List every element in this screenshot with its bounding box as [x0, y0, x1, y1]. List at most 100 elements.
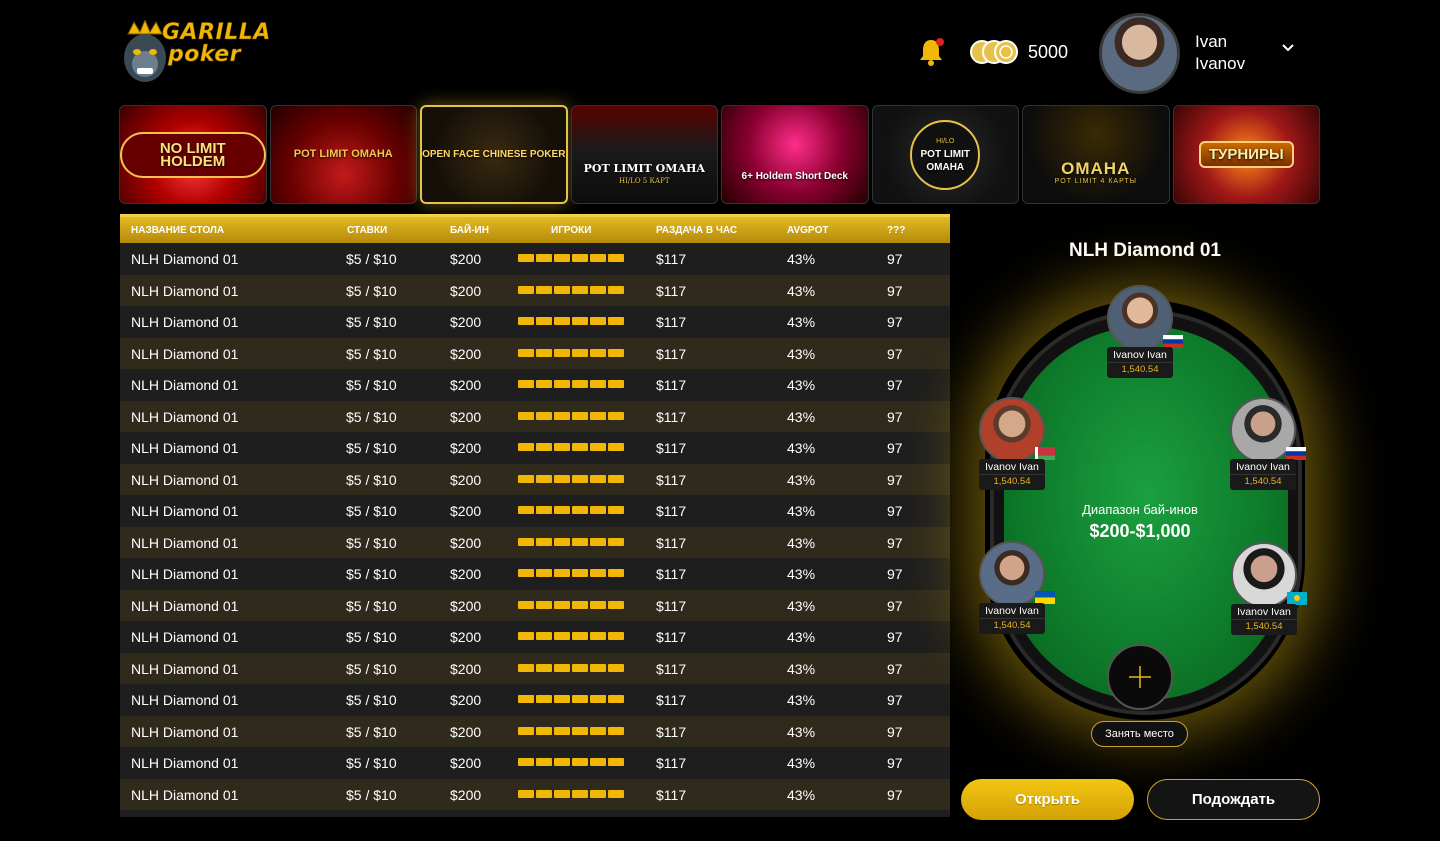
table-row[interactable]: NLH Diamond 01 $5 / $10 $200 $117 43% 97 — [120, 526, 950, 558]
user-avatar[interactable] — [1099, 13, 1180, 94]
player-slot-bar — [554, 317, 570, 325]
bell-icon[interactable] — [915, 36, 947, 68]
row-table-name: NLH Diamond 01 — [131, 755, 239, 771]
seat-right-upper[interactable]: Ivanov Ivan 1,540.54 — [1230, 397, 1306, 490]
table-row[interactable]: NLH Diamond 01 $5 / $10 $200 $117 43% 97 — [120, 274, 950, 306]
brand-logo[interactable]: GARILLA poker — [120, 12, 271, 88]
seat-left-lower[interactable]: Ivanov Ivan 1,540.54 — [979, 541, 1055, 634]
player-slot-bar — [536, 600, 552, 609]
game-tile-short-deck[interactable]: 6+ Holdem Short Deck — [721, 105, 869, 204]
col-header-players[interactable]: ИГРОКИ — [551, 225, 591, 236]
seat-right-lower[interactable]: Ivanov Ivan 1,540.54 — [1231, 542, 1307, 635]
player-name: Ivanov Ivan — [1231, 604, 1297, 619]
row-extra: 97 — [887, 566, 903, 582]
player-chips: 1,540.54 — [979, 474, 1045, 490]
row-stakes: $5 / $10 — [346, 503, 397, 519]
row-hands-per-hour: $117 — [656, 660, 687, 677]
player-slot-bar — [518, 726, 534, 735]
player-slot-bar — [590, 380, 606, 388]
row-stakes: $5 / $10 — [346, 597, 397, 614]
table-row[interactable]: NLH Diamond 01 $5 / $10 $200 $117 43% 97 — [120, 589, 950, 621]
row-extra: 97 — [887, 534, 903, 551]
table-row[interactable]: NLH Diamond 01 $5 / $10 $200 $117 43% 97 — [120, 684, 950, 716]
row-players-indicator — [518, 474, 624, 483]
player-slot-bar — [590, 726, 606, 735]
row-avgpot: 43% — [787, 723, 816, 740]
table-row[interactable]: NLH Diamond 01 $5 / $10 $200 $117 43% 97 — [120, 243, 950, 275]
player-slot-bar — [518, 285, 534, 294]
row-hands-per-hour: $117 — [656, 755, 687, 771]
user-name[interactable]: Ivan Ivanov — [1195, 31, 1275, 75]
table-row[interactable]: NLH Diamond 01 $5 / $10 $200 $117 43% 97 — [120, 747, 950, 779]
player-slot-bar — [518, 537, 534, 546]
chevron-down-icon[interactable] — [1280, 40, 1296, 56]
table-row[interactable]: NLH Diamond 01 $5 / $10 $200 $117 43% 97 — [120, 369, 950, 401]
row-table-name: NLH Diamond 01 — [131, 503, 239, 519]
table-row[interactable]: NLH Diamond 01 $5 / $10 $200 $117 43% 97 — [120, 463, 950, 495]
player-slot-bar — [554, 726, 570, 735]
col-header-stakes[interactable]: СТАВКИ — [347, 225, 387, 236]
player-slot-bar — [590, 348, 606, 357]
table-row[interactable]: NLH Diamond 01 $5 / $10 $200 $117 43% 97 — [120, 652, 950, 684]
player-slot-bar — [590, 758, 606, 766]
player-slot-bar — [554, 789, 570, 798]
player-slot-bar — [536, 789, 552, 798]
player-slot-bar — [518, 632, 534, 640]
game-tile-ofc[interactable]: OPEN FACE CHINESE POKER — [420, 105, 568, 204]
row-buyin: $200 — [450, 282, 482, 299]
open-table-button[interactable]: Открыть — [961, 779, 1134, 820]
row-avgpot: 43% — [787, 471, 816, 488]
player-slot-bar — [572, 317, 588, 325]
take-seat-button[interactable]: Занять место — [1091, 721, 1188, 747]
game-tile-omaha[interactable]: OMAHA POT LIMIT 4 КАРТЫ — [1022, 105, 1170, 204]
table-row[interactable]: NLH Diamond 01 $5 / $10 $200 $117 43% 97 — [120, 621, 950, 653]
game-tile-plo-hilo-5[interactable]: POT LIMIT OMAHA HI/LO 5 КАРТ — [570, 105, 718, 204]
row-stakes: $5 / $10 — [346, 566, 397, 582]
player-slot-bar — [608, 317, 624, 325]
player-slot-bar — [608, 348, 624, 357]
player-slot-bar — [590, 537, 606, 546]
game-tile-label: OMAHA POT LIMIT 4 КАРТЫ — [1055, 122, 1137, 188]
row-players-indicator — [518, 506, 624, 514]
player-slot-bar — [518, 695, 534, 703]
row-buyin: $200 — [450, 629, 482, 645]
col-header-name[interactable]: НАЗВАНИЕ СТОЛА — [131, 225, 224, 236]
col-header-avgpot[interactable]: AVGPOT — [787, 225, 828, 236]
row-players-indicator — [518, 411, 624, 420]
col-header-hands-per-hour[interactable]: РАЗДАЧА В ЧАС — [656, 225, 737, 236]
row-table-name: NLH Diamond 01 — [131, 282, 239, 299]
game-tile-nlh[interactable]: NO LIMIT HOLDEM — [119, 105, 267, 204]
player-slot-bar — [554, 537, 570, 546]
game-tile-plo-hilo[interactable]: HI/LO POT LIMIT OMAHA — [871, 105, 1019, 204]
game-tile-plo[interactable]: POT LIMIT OMAHA — [269, 105, 417, 204]
table-row[interactable]: NLH Diamond 01 $5 / $10 $200 $117 43% 97 — [120, 400, 950, 432]
row-table-name: NLH Diamond 01 — [131, 723, 239, 740]
row-table-name: NLH Diamond 01 — [131, 597, 239, 614]
table-row[interactable]: NLH Diamond 01 $5 / $10 $200 $117 43% 97 — [120, 306, 950, 338]
player-slot-bar — [608, 254, 624, 262]
row-extra: 97 — [887, 629, 903, 645]
row-extra: 97 — [887, 314, 903, 330]
table-row[interactable]: NLH Diamond 01 $5 / $10 $200 $117 43% 97 — [120, 778, 950, 810]
seat-top[interactable]: Ivanov Ivan 1,540.54 — [1107, 285, 1183, 378]
game-tile-tournaments[interactable]: ТУРНИРЫ — [1172, 105, 1320, 204]
add-seat-button[interactable] — [1107, 644, 1173, 710]
row-buyin: $200 — [450, 660, 482, 677]
col-header-buyin[interactable]: БАЙ-ИН — [450, 225, 489, 236]
row-players-indicator — [518, 348, 624, 357]
row-extra: 97 — [887, 723, 903, 740]
table-row[interactable]: NLH Diamond 01 $5 / $10 $200 $117 43% 97 — [120, 337, 950, 369]
player-slot-bar — [536, 411, 552, 420]
table-row[interactable]: NLH Diamond 01 $5 / $10 $200 $117 43% 97 — [120, 495, 950, 527]
plus-icon — [1129, 666, 1151, 688]
table-row[interactable]: NLH Diamond 01 $5 / $10 $200 $117 43% 97 — [120, 432, 950, 464]
wait-button[interactable]: Подождать — [1147, 779, 1320, 820]
seat-left-upper[interactable]: Ivanov Ivan 1,540.54 — [979, 397, 1055, 490]
table-row[interactable]: NLH Diamond 01 $5 / $10 $200 $117 43% 97 — [120, 558, 950, 590]
row-buyin: $200 — [450, 597, 482, 614]
player-slot-bar — [554, 411, 570, 420]
table-row[interactable]: NLH Diamond 01 $5 / $10 $200 $117 43% 97 — [120, 715, 950, 747]
col-header-extra[interactable]: ??? — [887, 225, 905, 236]
game-tile-label: HI/LO POT LIMIT OMAHA — [910, 119, 981, 190]
player-slot-bar — [572, 254, 588, 262]
